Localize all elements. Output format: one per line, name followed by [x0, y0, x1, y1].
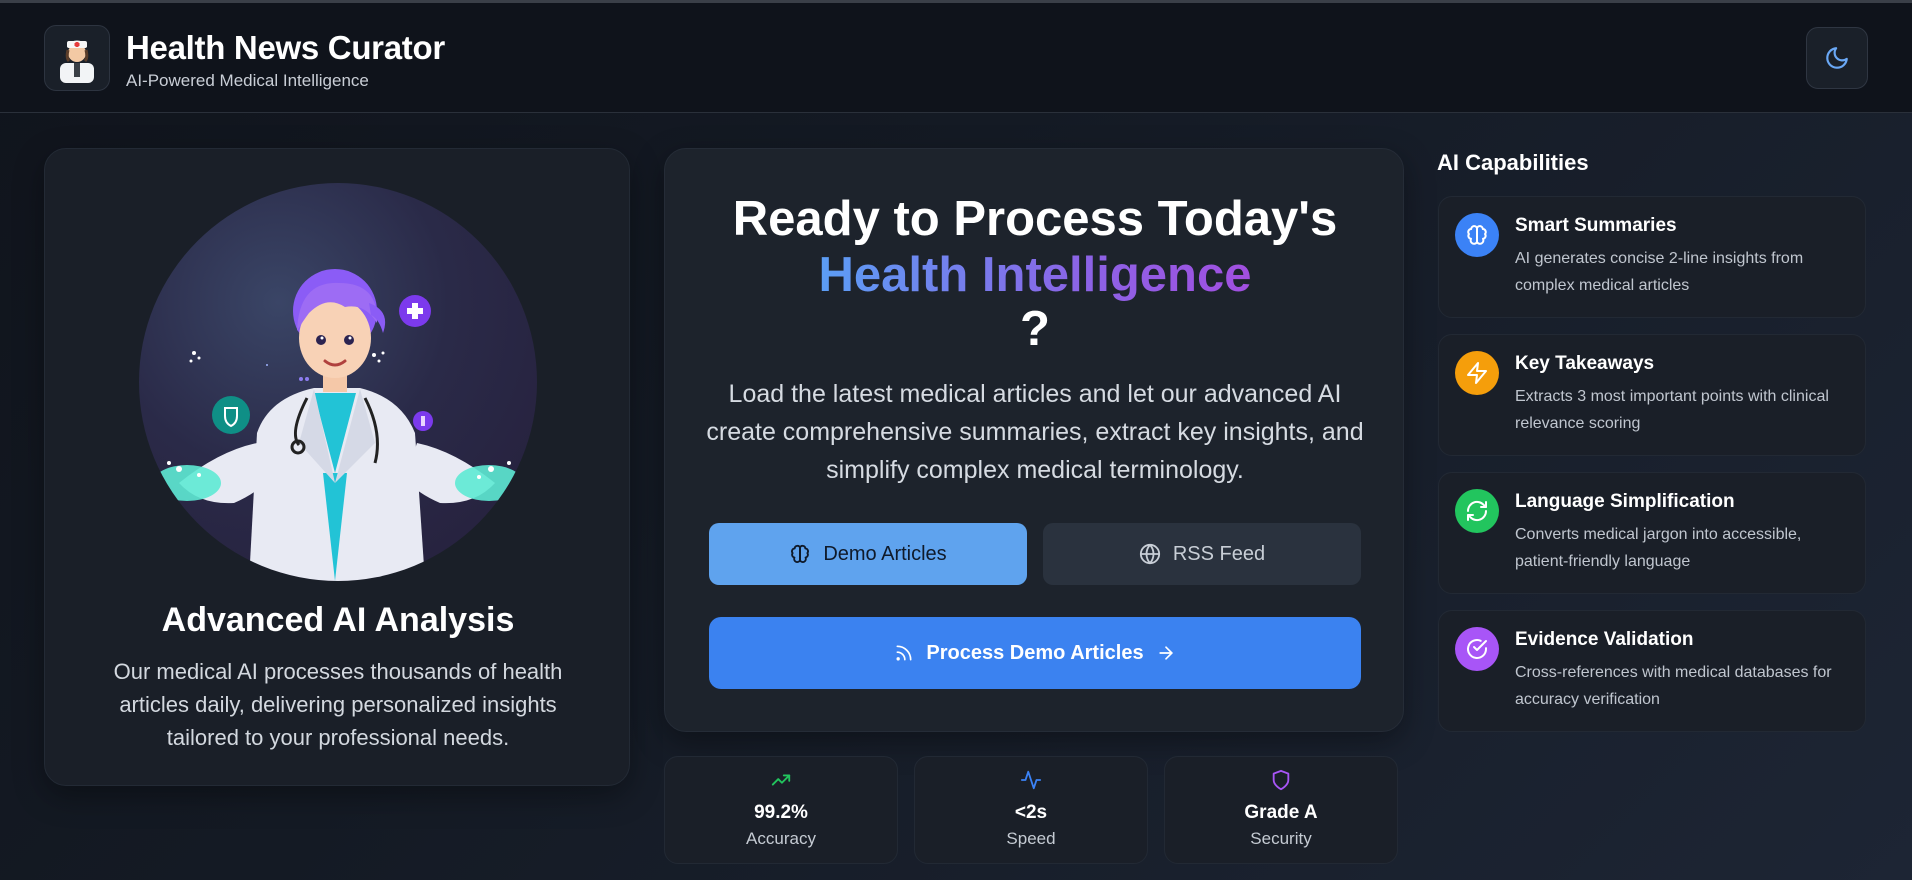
trending-up-icon	[771, 774, 791, 786]
capability-title: Smart Summaries	[1515, 215, 1677, 236]
rss-icon	[896, 645, 912, 661]
brain-icon	[1467, 225, 1487, 245]
capability-title: Key Takeaways	[1515, 353, 1655, 374]
app-title: Health News Curator	[126, 29, 445, 66]
capability-evidence-validation: Evidence Validation Cross-references wit…	[1438, 610, 1866, 732]
doctor-illustration	[139, 183, 537, 581]
capability-key-takeaways: Key Takeaways Extracts 3 most important …	[1438, 334, 1866, 456]
nurse-icon	[60, 40, 94, 83]
arrow-right-icon	[1158, 646, 1173, 660]
rss-feed-label: RSS Feed	[1172, 542, 1266, 565]
check-circle-icon	[1467, 639, 1487, 659]
analysis-description: Our medical AI processes thousands of he…	[113, 659, 563, 750]
theme-toggle-button[interactable]	[1806, 27, 1868, 89]
stat-value: <2s	[1014, 802, 1048, 823]
capability-description: Converts medical jargon into accessible,…	[1515, 526, 1802, 570]
lightning-icon	[1467, 362, 1487, 384]
capability-description: Cross-references with medical databases …	[1515, 664, 1832, 708]
stat-accuracy: 99.2% Accuracy	[664, 756, 898, 864]
capability-title: Evidence Validation	[1515, 629, 1694, 650]
hero-description: Load the latest medical articles and let…	[706, 380, 1364, 484]
app-header: Health News Curator AI-Powered Medical I…	[0, 3, 1912, 113]
process-demo-articles-button[interactable]: Process Demo Articles	[709, 617, 1361, 689]
hero-title-end: ?	[1020, 302, 1050, 356]
stat-speed: <2s Speed	[914, 756, 1148, 864]
rss-feed-button[interactable]: RSS Feed	[1043, 523, 1361, 585]
stat-label: Speed	[1006, 829, 1056, 848]
globe-icon	[1139, 543, 1160, 565]
demo-articles-button[interactable]: Demo Articles	[709, 523, 1027, 585]
stat-security: Grade A Security	[1164, 756, 1398, 864]
capability-description: AI generates concise 2-line insights fro…	[1515, 250, 1804, 294]
capabilities-heading: AI Capabilities	[1437, 150, 1589, 175]
process-card: Ready to Process Today's Health Intellig…	[664, 148, 1404, 732]
process-button-label: Process Demo Articles	[926, 641, 1144, 664]
demo-articles-label: Demo Articles	[823, 542, 947, 565]
stat-value: Grade A	[1244, 802, 1318, 823]
app-logo	[44, 25, 110, 91]
activity-icon	[1020, 770, 1042, 790]
hero-title-highlight: Health Intelligence	[665, 247, 1405, 303]
app-subtitle: AI-Powered Medical Intelligence	[126, 71, 369, 90]
stat-label: Security	[1250, 829, 1312, 848]
capability-smart-summaries: Smart Summaries AI generates concise 2-l…	[1438, 196, 1866, 318]
analysis-title: Advanced AI Analysis	[161, 601, 515, 639]
brain-icon	[791, 544, 810, 563]
capability-description: Extracts 3 most important points with cl…	[1515, 388, 1829, 432]
ai-analysis-card: Advanced AI Analysis Our medical AI proc…	[44, 148, 630, 786]
refresh-icon	[1466, 500, 1488, 522]
moon-icon	[1826, 47, 1848, 69]
capability-title: Language Simplification	[1515, 491, 1735, 512]
shield-icon	[1272, 769, 1290, 791]
hero-highlight-text: Health Intelligence	[818, 248, 1252, 302]
capability-language-simplification: Language Simplification Converts medical…	[1438, 472, 1866, 594]
stat-value: 99.2%	[754, 802, 808, 823]
stat-label: Accuracy	[746, 829, 816, 848]
hero-title: Ready to Process Today's	[732, 192, 1338, 246]
